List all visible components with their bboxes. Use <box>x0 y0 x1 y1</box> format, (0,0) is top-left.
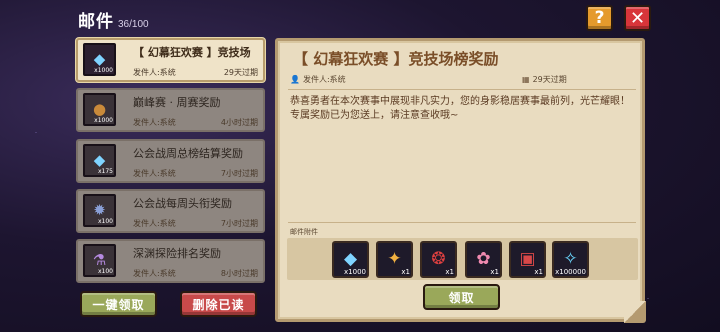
divider <box>288 89 636 90</box>
mail-expire: 29天过期 <box>223 68 258 77</box>
page-title-text: 邮件 <box>78 12 114 31</box>
pink-hero-portrait-icon: ✿ <box>476 249 491 269</box>
claim-button[interactable]: 领取 <box>423 284 500 310</box>
mail-sender: 发件人:系统 <box>133 269 176 278</box>
dark-mage-portrait-icon: ❂ <box>431 249 446 269</box>
mail-subject: 【 幻幕狂欢赛 】竞技场 <box>133 46 251 59</box>
attachment-chest[interactable]: ▣ x1 <box>509 241 546 278</box>
attachment-qty: x100000 <box>555 268 586 276</box>
mail-sender: 发件人:系统 <box>133 169 176 178</box>
mail-item[interactable]: ● x1000 巅峰赛 · 周赛奖励 发件人:系统 4小时过期 <box>76 88 265 132</box>
detail-expire-text: 29天过期 <box>532 75 567 84</box>
diamond-icon: ◆ x175 <box>83 144 116 177</box>
mail-sender: 发件人:系统 <box>133 219 176 228</box>
attachment-pink-hero-portrait[interactable]: ✿ x1 <box>465 241 502 278</box>
mail-subject: 公会战周总榜结算奖励 <box>133 147 243 160</box>
attachment-qty: x1 <box>445 268 454 276</box>
mail-expire: 8小时过期 <box>220 269 258 278</box>
item-quantity: x100 <box>97 218 113 225</box>
claim-all-button[interactable]: 一键领取 <box>80 291 157 317</box>
mail-subject: 深渊探险排名奖励 <box>133 247 221 260</box>
diamond-glyph: ◆ <box>93 151 106 169</box>
item-quantity: x175 <box>97 168 113 175</box>
potion-icon: ⚗ x100 <box>83 244 116 277</box>
detail-sender-text: 发件人:系统 <box>302 75 346 84</box>
mail-item[interactable]: ◆ x1000 【 幻幕狂欢赛 】竞技场 发件人:系统 29天过期 <box>76 38 265 82</box>
help-button[interactable]: ? <box>586 5 613 31</box>
attachment-diamond[interactable]: ◆ x1000 <box>332 241 369 278</box>
potion-glyph: ⚗ <box>92 251 107 269</box>
mail-body: 恭喜勇者在本次赛事中展现非凡实力，您的身影稳居赛事最前列，光芒耀眼！专属奖励已为… <box>290 96 630 121</box>
close-button[interactable]: ✕ <box>624 5 651 31</box>
attachment-qty: x1 <box>490 268 499 276</box>
item-quantity: x1000 <box>94 67 113 74</box>
question-icon: ? <box>594 8 605 28</box>
page-title: 邮件 36/100 <box>78 7 149 32</box>
medal-glyph: ● <box>92 100 107 118</box>
mail-detail-panel: 【 幻幕狂欢赛 】竞技场榜奖励 👤 发件人:系统 ▦ 29天过期 恭喜勇者在本次… <box>275 38 646 323</box>
attachments-label: 邮件附件 <box>290 228 318 236</box>
mail-sender: 发件人:系统 <box>133 68 176 77</box>
mail-subject: 公会战每周头衔奖励 <box>133 197 232 210</box>
delete-read-button[interactable]: 删除已读 <box>180 291 257 317</box>
mail-item[interactable]: ◆ x175 公会战周总榜结算奖励 发件人:系统 7小时过期 <box>76 139 265 183</box>
hero-portrait-icon: ✦ <box>387 249 402 269</box>
divider <box>288 222 636 223</box>
detail-meta: 👤 发件人:系统 ▦ 29天过期 <box>290 73 635 89</box>
attachment-gem-pile[interactable]: ✧ x100000 <box>552 241 589 278</box>
gear-badge-icon: ✹ x100 <box>83 194 116 227</box>
attachment-dark-mage-portrait[interactable]: ❂ x1 <box>420 241 457 278</box>
mail-item[interactable]: ✹ x100 公会战每周头衔奖励 发件人:系统 7小时过期 <box>76 189 265 233</box>
gear-badge-glyph: ✹ <box>93 201 106 219</box>
medal-icon: ● x1000 <box>83 93 116 126</box>
diamond-glyph: ◆ <box>93 50 106 68</box>
diamond-icon: ◆ <box>343 249 358 269</box>
detail-title: 【 幻幕狂欢赛 】竞技场榜奖励 <box>293 50 499 68</box>
mail-item[interactable]: ⚗ x100 深渊探险排名奖励 发件人:系统 8小时过期 <box>76 239 265 283</box>
close-icon: ✕ <box>629 7 646 29</box>
gem-pile-icon: ✧ <box>563 249 578 269</box>
item-quantity: x1000 <box>94 117 113 124</box>
attachment-qty: x1000 <box>344 268 366 276</box>
detail-expire: ▦ 29天过期 <box>522 74 567 85</box>
attachment-qty: x1 <box>534 268 543 276</box>
calendar-icon: ▦ <box>522 75 530 84</box>
mail-expire: 7小时过期 <box>220 219 258 228</box>
attachment-qty: x1 <box>401 268 410 276</box>
mail-count: 36/100 <box>118 19 149 30</box>
person-icon: 👤 <box>290 75 300 84</box>
item-quantity: x100 <box>97 268 113 275</box>
mail-expire: 7小时过期 <box>220 169 258 178</box>
diamond-icon: ◆ x1000 <box>83 43 116 76</box>
chest-icon: ▣ <box>519 249 536 269</box>
mail-expire: 4小时过期 <box>220 118 258 127</box>
mail-subject: 巅峰赛 · 周赛奖励 <box>133 96 221 109</box>
attachment-hero-portrait[interactable]: ✦ x1 <box>376 241 413 278</box>
mail-sender: 发件人:系统 <box>133 118 176 127</box>
detail-sender: 👤 发件人:系统 <box>290 74 346 85</box>
